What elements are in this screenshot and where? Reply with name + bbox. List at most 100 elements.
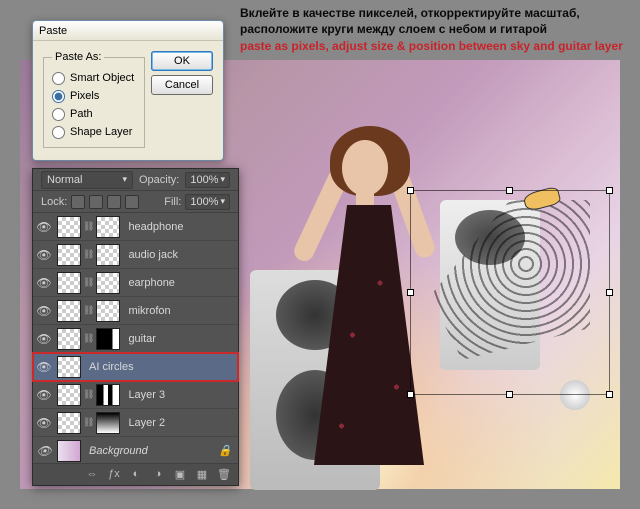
layer-thumbnail[interactable] — [57, 440, 81, 462]
layer-name[interactable]: Layer 2 — [122, 417, 238, 429]
chevron-down-icon: ▾ — [220, 196, 225, 207]
mask-icon[interactable]: ◐ — [128, 468, 144, 482]
thumbnails: ⛓ — [55, 216, 122, 238]
radio-smart-object[interactable]: Smart Object — [52, 69, 136, 87]
layer-row[interactable]: 👁 ⛓ earphone — [33, 269, 238, 297]
transform-handle[interactable] — [407, 391, 414, 398]
layer-row[interactable]: 👁⛓mikrofon — [33, 297, 238, 325]
layer-row[interactable]: 👁 ⛓ guitar — [33, 325, 238, 353]
adjustment-icon[interactable]: ◑ — [150, 468, 166, 482]
layer-thumbnail[interactable] — [96, 328, 120, 350]
thumbnails: ⛓ — [55, 244, 122, 266]
layer-name[interactable]: AI circles — [83, 361, 238, 373]
lock-all-icon[interactable] — [125, 195, 139, 209]
chevron-down-icon: ▾ — [220, 174, 225, 185]
layer-thumbnail[interactable] — [96, 300, 120, 322]
layer-name[interactable]: earphone — [122, 277, 238, 289]
caption-english: paste as pixels, adjust size & position … — [240, 39, 626, 55]
layer-thumbnail[interactable] — [96, 272, 120, 294]
visibility-eye-icon[interactable]: 👁 — [33, 276, 55, 290]
fieldset-legend: Paste As: — [52, 51, 104, 63]
link-icon: ⛓ — [83, 221, 94, 232]
visibility-eye-icon[interactable]: 👁 — [33, 444, 55, 458]
visibility-eye-icon[interactable]: 👁 — [33, 416, 55, 430]
visibility-eye-icon[interactable]: 👁 — [33, 332, 55, 346]
layer-thumbnail[interactable] — [96, 244, 120, 266]
transform-handle[interactable] — [407, 289, 414, 296]
layer-thumbnail[interactable] — [57, 328, 81, 350]
radio-input[interactable] — [52, 108, 65, 121]
radio-label: Shape Layer — [70, 126, 132, 138]
trash-icon[interactable]: 🗑 — [216, 468, 232, 482]
lock-label: Lock: — [41, 196, 67, 208]
opacity-label: Opacity: — [139, 174, 179, 186]
layer-row[interactable]: 👁⛓Layer 3 — [33, 381, 238, 409]
thumbnails: ⛓ — [55, 272, 122, 294]
thumbnails — [55, 440, 83, 462]
layer-name[interactable]: Layer 3 — [122, 389, 238, 401]
radio-pixels[interactable]: Pixels — [52, 87, 136, 105]
visibility-eye-icon[interactable]: 👁 — [33, 304, 55, 318]
visibility-eye-icon[interactable]: 👁 — [33, 360, 55, 374]
layer-thumbnail[interactable] — [57, 244, 81, 266]
layer-thumbnail[interactable] — [96, 384, 120, 406]
layer-row[interactable]: 👁 ⛓ Layer 2 — [33, 409, 238, 437]
layer-row[interactable]: 👁Background🔒 — [33, 437, 238, 465]
layer-name[interactable]: audio jack — [122, 249, 238, 261]
dialog-title: Paste — [39, 25, 67, 37]
visibility-eye-icon[interactable]: 👁 — [33, 220, 55, 234]
layer-thumbnail[interactable] — [57, 412, 81, 434]
cancel-button[interactable]: Cancel — [151, 75, 213, 95]
transform-handle[interactable] — [506, 391, 513, 398]
transform-handle[interactable] — [506, 187, 513, 194]
lock-pixels-icon[interactable] — [89, 195, 103, 209]
layers-panel: Normal ▾ Opacity: 100%▾ Lock: Fill: 100%… — [32, 168, 239, 486]
transform-handle[interactable] — [407, 187, 414, 194]
radio-path[interactable]: Path — [52, 105, 136, 123]
layer-row[interactable]: 👁 AI circles — [33, 353, 238, 381]
visibility-eye-icon[interactable]: 👁 — [33, 248, 55, 262]
instruction-caption: Вклейте в качестве пикселей, откорректир… — [240, 6, 626, 55]
visibility-eye-icon[interactable]: 👁 — [33, 388, 55, 402]
fill-value[interactable]: 100%▾ — [185, 194, 230, 210]
opacity-value[interactable]: 100%▾ — [185, 172, 230, 188]
layer-thumbnail[interactable] — [96, 412, 120, 434]
layer-row[interactable]: 👁 ⛓ headphone — [33, 213, 238, 241]
radio-label: Smart Object — [70, 72, 134, 84]
layer-thumbnail[interactable] — [57, 356, 81, 378]
dialog-titlebar[interactable]: Paste — [33, 21, 223, 41]
layer-row[interactable]: 👁 ⛓ audio jack — [33, 241, 238, 269]
thumbnails: ⛓ — [55, 328, 122, 350]
thumbnails: ⛓ — [55, 384, 122, 406]
layer-name[interactable]: Background — [83, 445, 212, 457]
link-layers-icon[interactable]: ⇔ — [84, 468, 100, 482]
link-icon: ⛓ — [83, 249, 94, 260]
lock-position-icon[interactable] — [107, 195, 121, 209]
lock-transparent-icon[interactable] — [71, 195, 85, 209]
layer-thumbnail[interactable] — [57, 216, 81, 238]
radio-input[interactable] — [52, 126, 65, 139]
link-icon: ⛓ — [83, 333, 94, 344]
ok-button[interactable]: OK — [151, 51, 213, 71]
free-transform-bounding-box[interactable] — [410, 190, 610, 395]
group-icon[interactable]: ▣ — [172, 468, 188, 482]
layer-name[interactable]: guitar — [122, 333, 238, 345]
panel-footer: ⇔ ƒx ◐ ◑ ▣ ▦ 🗑 — [33, 463, 238, 485]
transform-handle[interactable] — [606, 391, 613, 398]
transform-handle[interactable] — [606, 289, 613, 296]
layer-thumbnail[interactable] — [57, 272, 81, 294]
radio-input[interactable] — [52, 90, 65, 103]
transform-handle[interactable] — [606, 187, 613, 194]
link-icon: ⛓ — [83, 417, 94, 428]
layer-thumbnail[interactable] — [57, 300, 81, 322]
layer-thumbnail[interactable] — [57, 384, 81, 406]
fx-icon[interactable]: ƒx — [106, 468, 122, 482]
radio-shape-layer[interactable]: Shape Layer — [52, 123, 136, 141]
new-layer-icon[interactable]: ▦ — [194, 468, 210, 482]
link-icon: ⛓ — [83, 277, 94, 288]
layer-thumbnail[interactable] — [96, 216, 120, 238]
layer-name[interactable]: headphone — [122, 221, 238, 233]
layer-name[interactable]: mikrofon — [122, 305, 238, 317]
radio-input[interactable] — [52, 72, 65, 85]
blend-mode-select[interactable]: Normal ▾ — [41, 171, 133, 189]
